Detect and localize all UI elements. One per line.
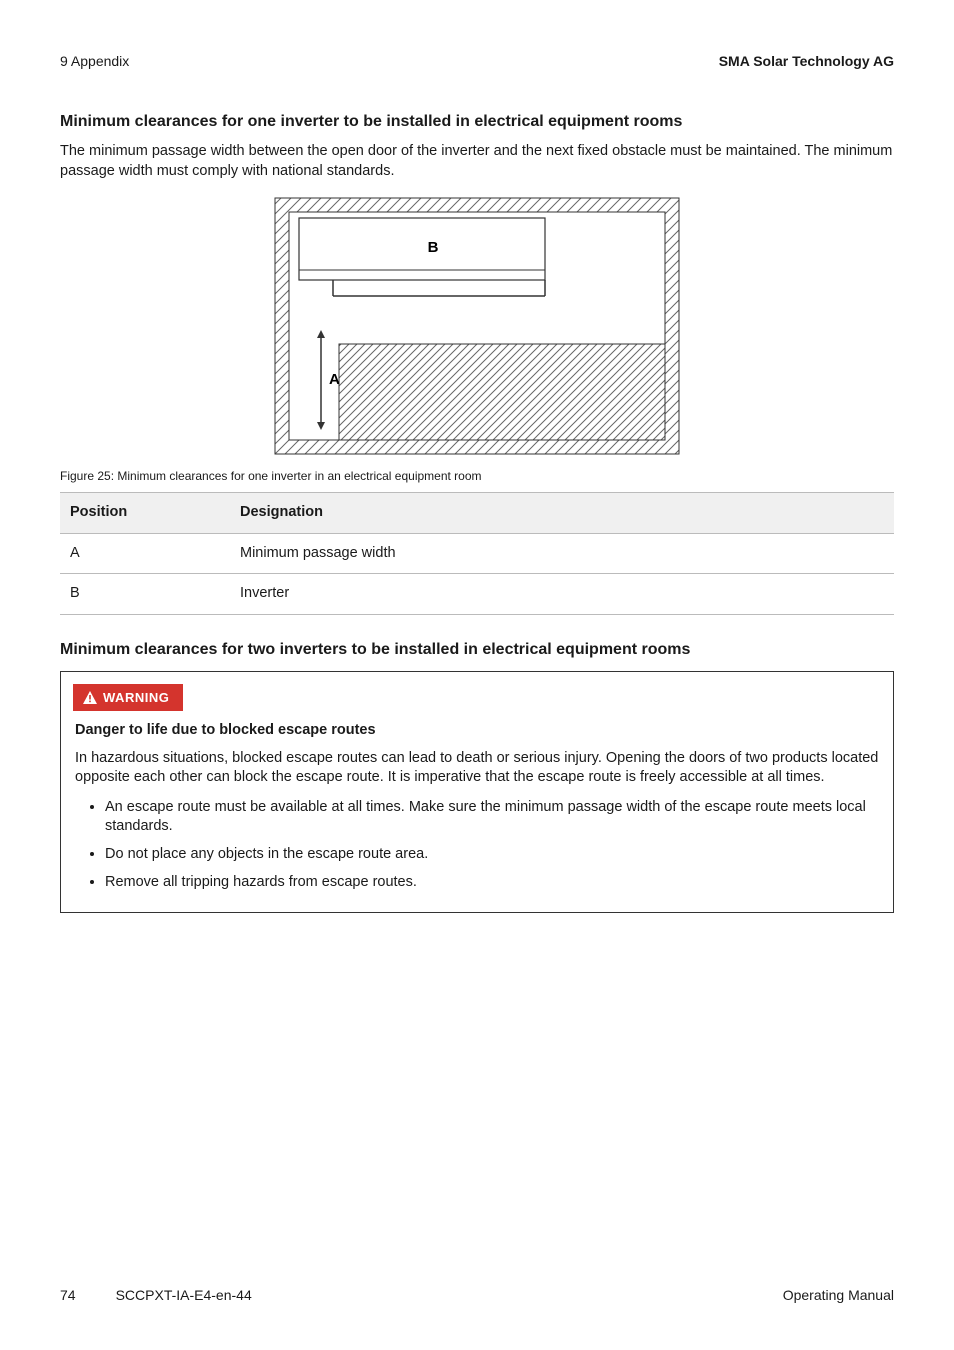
section2-title: Minimum clearances for two inverters to … bbox=[60, 639, 894, 661]
table-row: B Inverter bbox=[60, 574, 894, 615]
warning-tag: WARNING bbox=[73, 684, 183, 712]
section1-title: Minimum clearances for one inverter to b… bbox=[60, 111, 894, 133]
list-item: An escape route must be available at all… bbox=[105, 798, 879, 837]
warning-icon bbox=[83, 691, 97, 704]
page-number: 74 bbox=[60, 1286, 76, 1305]
page-footer: 74 SCCPXT-IA-E4-en-44 Operating Manual bbox=[60, 1286, 894, 1305]
section1-paragraph: The minimum passage width between the op… bbox=[60, 142, 894, 181]
cell-designation: Minimum passage width bbox=[230, 533, 894, 574]
warning-title: Danger to life due to blocked escape rou… bbox=[75, 721, 879, 741]
cell-position: B bbox=[60, 574, 230, 615]
figure-25: B A bbox=[60, 196, 894, 463]
figure-25-caption: Figure 25: Minimum clearances for one in… bbox=[60, 468, 894, 484]
header-company: SMA Solar Technology AG bbox=[719, 52, 894, 71]
cell-position: A bbox=[60, 533, 230, 574]
figure-label-b: B bbox=[428, 239, 439, 256]
table-row: A Minimum passage width bbox=[60, 533, 894, 574]
document-id: SCCPXT-IA-E4-en-44 bbox=[116, 1286, 252, 1305]
footer-doc-type: Operating Manual bbox=[783, 1286, 894, 1305]
warning-label: WARNING bbox=[103, 689, 169, 707]
clearance-diagram: B A bbox=[273, 196, 681, 456]
list-item: Remove all tripping hazards from escape … bbox=[105, 873, 879, 893]
list-item: Do not place any objects in the escape r… bbox=[105, 845, 879, 865]
legend-table: Position Designation A Minimum passage w… bbox=[60, 492, 894, 615]
legend-header-designation: Designation bbox=[230, 493, 894, 534]
header-section: 9 Appendix bbox=[60, 52, 129, 71]
legend-header-position: Position bbox=[60, 493, 230, 534]
warning-list: An escape route must be available at all… bbox=[75, 798, 879, 892]
warning-box: WARNING Danger to life due to blocked es… bbox=[60, 671, 894, 913]
warning-paragraph: In hazardous situations, blocked escape … bbox=[75, 749, 879, 788]
page-header: 9 Appendix SMA Solar Technology AG bbox=[60, 52, 894, 71]
figure-label-a: A bbox=[329, 371, 340, 388]
cell-designation: Inverter bbox=[230, 574, 894, 615]
